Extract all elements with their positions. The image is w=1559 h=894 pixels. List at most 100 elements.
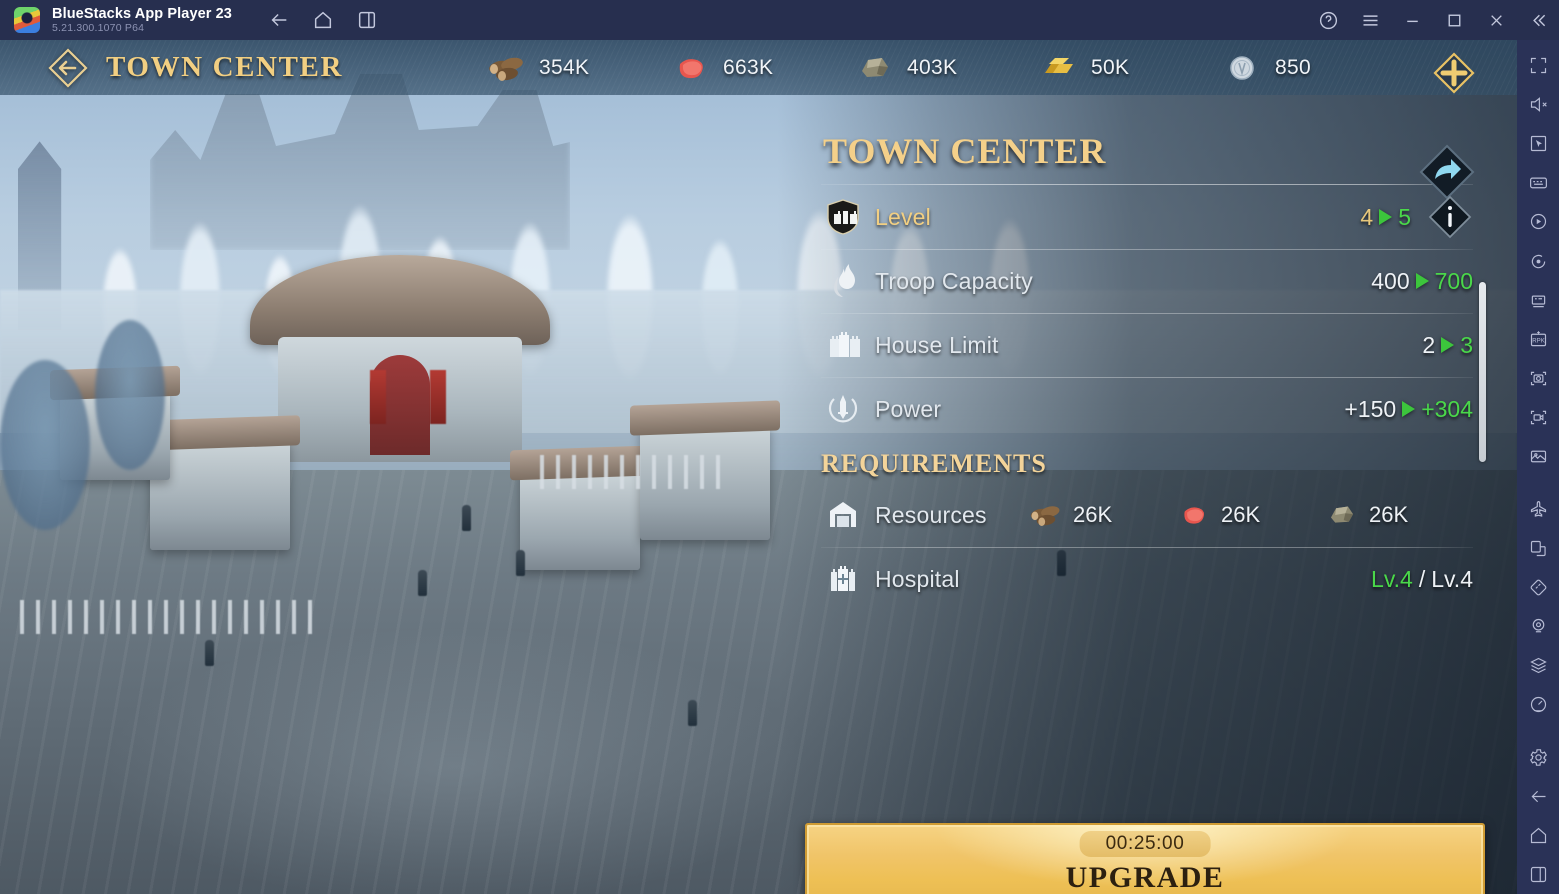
sidebar-item-android-recents[interactable] (1517, 855, 1559, 894)
sidebar-item-media-manager[interactable] (1517, 437, 1559, 476)
building-roof (250, 255, 550, 345)
villager (205, 640, 214, 666)
cost-stone-value: 26K (1369, 502, 1409, 527)
sidebar-item-performance[interactable] (1517, 685, 1559, 724)
fence (540, 455, 720, 489)
chevron-double-left-icon[interactable] (1527, 9, 1549, 31)
house-limit-current: 2 (1422, 331, 1436, 358)
wood-icon (1029, 500, 1063, 530)
sword-power-icon (821, 389, 865, 429)
level-info-button[interactable] (1427, 194, 1473, 240)
hospital-icon (821, 559, 865, 599)
upgrade-timer: 00:25:00 (1079, 831, 1211, 857)
titlebar-nav-buttons (268, 9, 378, 31)
troop-capacity-values: 400 700 (1371, 268, 1473, 295)
sidebar-item-game-controls[interactable] (1517, 163, 1559, 202)
game-viewport[interactable]: TOWN CENTER 354K 663K 403K 50K 850 TOWN … (0, 40, 1517, 894)
upgrade-button-container: 00:25:00 UPGRADE (805, 823, 1485, 894)
resource-cost-list: 26K 26K 26K (1029, 500, 1473, 530)
resource-gold[interactable]: 50K (1039, 51, 1223, 85)
cost-wood-value: 26K (1073, 502, 1113, 527)
page-title: TOWN CENTER (106, 51, 344, 83)
power-values: +150 +304 (1344, 396, 1473, 423)
house-limit-next: 3 (1460, 331, 1473, 358)
sidebar-item-android-back[interactable] (1517, 777, 1559, 816)
sidebar-item-settings[interactable] (1517, 738, 1559, 777)
add-resources-button[interactable] (1433, 52, 1475, 94)
titlebar-home-button[interactable] (312, 9, 334, 31)
villager (418, 570, 427, 596)
wood-icon (487, 51, 527, 85)
resource-stone-value: 403K (907, 55, 958, 79)
cost-food-value: 26K (1221, 502, 1261, 527)
sidebar-item-layers[interactable] (1517, 646, 1559, 685)
game-topbar: TOWN CENTER 354K 663K 403K 50K 850 (0, 40, 1517, 95)
resource-wood-value: 354K (539, 55, 590, 79)
cost-wood: 26K (1029, 500, 1177, 530)
power-current: +150 (1344, 395, 1397, 422)
upgrade-button-label: UPGRADE (1065, 861, 1225, 894)
sidebar-item-record-video[interactable] (1517, 398, 1559, 437)
stat-row-house-limit: House Limit 2 3 (807, 313, 1487, 377)
upgrade-arrow-icon (1441, 337, 1455, 353)
level-current: 4 (1360, 203, 1374, 230)
sidebar-item-rpk-install[interactable]: RPK (1517, 320, 1559, 359)
building-body (278, 337, 522, 462)
game-back-button[interactable] (46, 46, 90, 90)
resource-wood[interactable]: 354K (487, 51, 671, 85)
sidebar-item-rotate-sync[interactable] (1517, 242, 1559, 281)
sidebar-item-fullscreen[interactable] (1517, 46, 1559, 85)
close-icon[interactable] (1485, 9, 1507, 31)
cost-food: 26K (1177, 500, 1325, 530)
stat-row-level: Level 4 5 (807, 185, 1487, 249)
level-values: 4 5 (1360, 194, 1473, 240)
foreground-tree (95, 320, 165, 470)
app-identity: BlueStacks App Player 23 5.21.300.1070 P… (52, 6, 232, 35)
bluestacks-sidebar: RPK (1517, 40, 1559, 894)
titlebar-back-button[interactable] (268, 9, 290, 31)
minimize-icon[interactable] (1401, 9, 1423, 31)
upgrade-arrow-icon (1402, 401, 1416, 417)
troop-capacity-next: 700 (1434, 267, 1473, 294)
food-icon (671, 51, 711, 85)
hospital-level-have: Lv.4 (1371, 565, 1413, 592)
resource-silver[interactable]: 850 (1223, 51, 1407, 85)
cost-stone: 26K (1325, 500, 1473, 530)
sidebar-item-screenshot[interactable] (1517, 359, 1559, 398)
window-controls (1317, 0, 1549, 40)
sidebar-item-multi-instance[interactable] (1517, 281, 1559, 320)
building-info-panel: TOWN CENTER Level 4 5 Troop Capacity 400… (807, 130, 1487, 670)
svg-text:RPK: RPK (1532, 337, 1545, 344)
sidebar-item-android-home[interactable] (1517, 816, 1559, 855)
sidebar-item-mute[interactable] (1517, 85, 1559, 124)
stat-row-power: Power +150 +304 (807, 377, 1487, 441)
help-circle-icon[interactable] (1317, 9, 1339, 31)
sidebar-item-macro-recorder[interactable] (1517, 202, 1559, 241)
sidebar-item-shake[interactable] (1517, 568, 1559, 607)
maximize-icon[interactable] (1443, 9, 1465, 31)
resource-bar: 354K 663K 403K 50K 850 (487, 40, 1407, 95)
resource-food[interactable]: 663K (671, 51, 855, 85)
titlebar-recents-button[interactable] (356, 9, 378, 31)
hospital-level-values: Lv.4 / Lv.4 (1371, 566, 1473, 593)
power-next: +304 (1421, 395, 1473, 422)
warehouse-icon (821, 495, 865, 535)
app-title: BlueStacks App Player 23 (52, 5, 232, 22)
hamburger-menu-icon[interactable] (1359, 9, 1381, 31)
stat-label-power: Power (875, 395, 942, 422)
stat-label-troop-capacity: Troop Capacity (875, 267, 1033, 294)
stat-label-house-limit: House Limit (875, 331, 999, 358)
sidebar-item-airplane-mode[interactable] (1517, 490, 1559, 529)
upgrade-arrow-icon (1415, 273, 1429, 289)
upgrade-button[interactable]: 00:25:00 UPGRADE (805, 823, 1485, 894)
panel-scrollbar-thumb[interactable] (1479, 282, 1486, 462)
panel-title: TOWN CENTER (823, 131, 1107, 171)
panel-scrollbar[interactable] (1479, 282, 1486, 622)
villager (688, 700, 697, 726)
sidebar-item-cursor-mode[interactable] (1517, 124, 1559, 163)
sidebar-item-location[interactable] (1517, 607, 1559, 646)
hospital-level-need: Lv.4 (1431, 565, 1473, 592)
sidebar-item-copy-paste[interactable] (1517, 529, 1559, 568)
bluestacks-logo-icon (14, 7, 40, 33)
resource-stone[interactable]: 403K (855, 51, 1039, 85)
